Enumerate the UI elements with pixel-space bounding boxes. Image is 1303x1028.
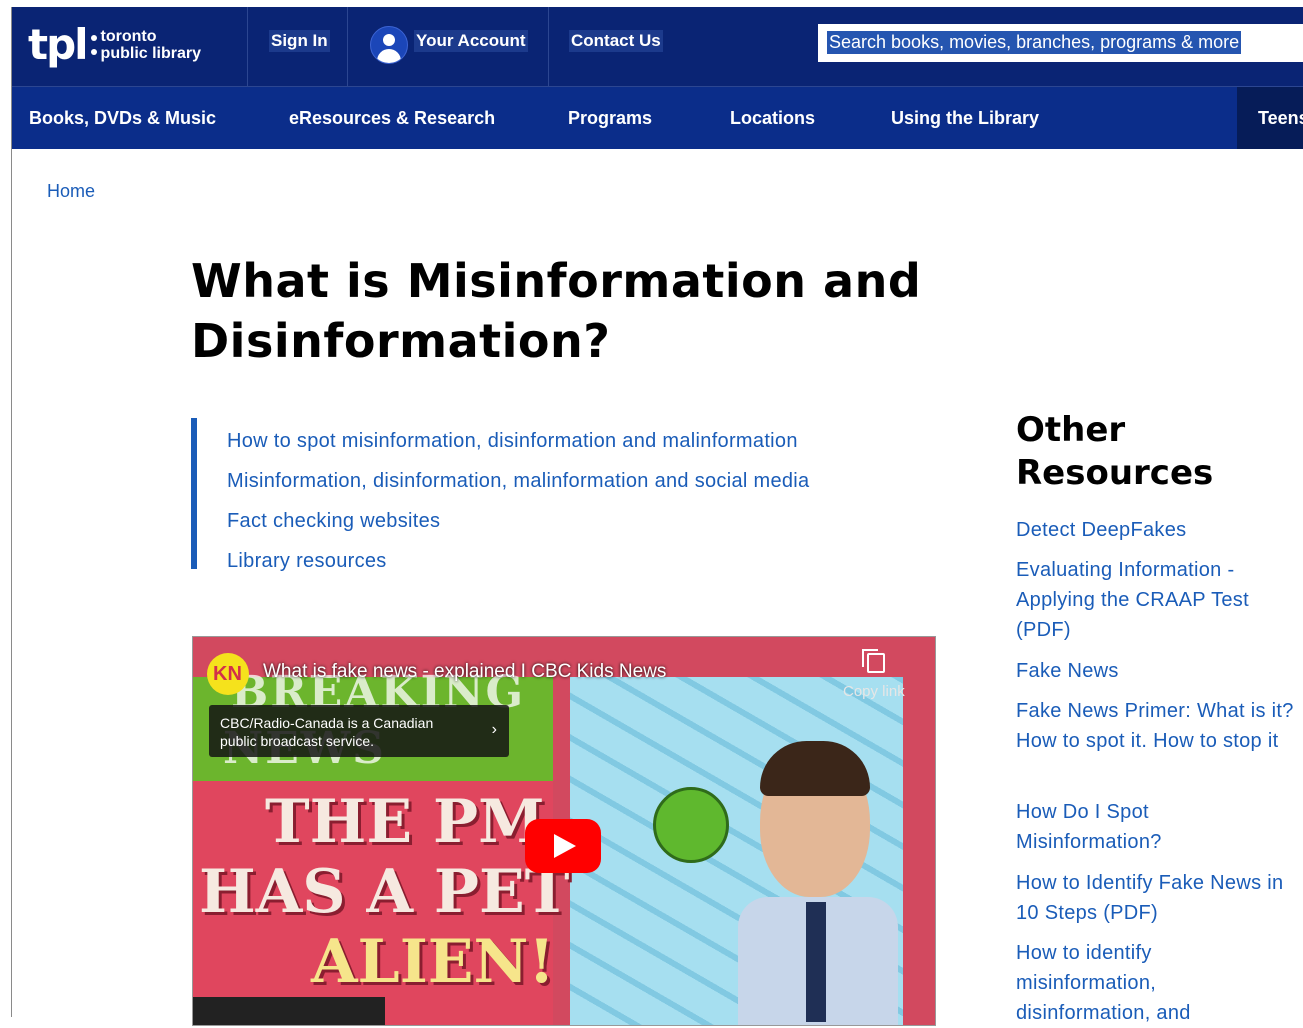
video-headline-line2: HAS A PET: [199, 857, 570, 927]
tpl-logo[interactable]: tpl toronto public library: [28, 21, 218, 69]
breadcrumb-home[interactable]: Home: [47, 181, 95, 202]
play-button[interactable]: [525, 819, 601, 873]
nav-eresources-research[interactable]: eResources & Research: [289, 108, 495, 129]
page-frame: tpl toronto public library Sign In Your …: [11, 7, 1303, 1026]
resource-link-detect-deepfakes[interactable]: Detect DeepFakes: [1016, 515, 1296, 545]
copy-link-label[interactable]: Copy link: [843, 683, 905, 700]
broadcaster-info-panel[interactable]: CBC/Radio-Canada is a Canadian public br…: [209, 705, 509, 757]
nav-using-the-library[interactable]: Using the Library: [891, 108, 1039, 129]
toc-link-library-resources[interactable]: Library resources: [227, 550, 387, 573]
page-title: What is Misinformation and Disinformatio…: [191, 254, 922, 368]
broadcaster-info-text: CBC/Radio-Canada is a Canadian public br…: [220, 715, 434, 749]
channel-badge-text: KN: [213, 663, 242, 685]
toc-link-spot-misinformation[interactable]: How to spot misinformation, disinformati…: [227, 430, 798, 453]
watch-on-youtube-bar[interactable]: [193, 997, 385, 1025]
video-title[interactable]: What is fake news - explained I CBC Kids…: [263, 661, 666, 683]
logo-mark: tpl: [28, 20, 89, 69]
logo-dots-icon: [90, 31, 97, 59]
nav-programs[interactable]: Programs: [568, 108, 652, 129]
logo-line-1: toronto: [100, 28, 157, 45]
toc-link-social-media[interactable]: Misinformation, disinformation, malinfor…: [227, 470, 809, 493]
resource-link-fake-news[interactable]: Fake News: [1016, 656, 1296, 686]
person-photo: [738, 741, 898, 1025]
account-avatar-icon[interactable]: [370, 26, 408, 64]
resource-link-craap-test[interactable]: Evaluating Information - Applying the CR…: [1016, 555, 1296, 645]
your-account-link[interactable]: Your Account: [414, 30, 528, 52]
search-input[interactable]: Search books, movies, branches, programs…: [818, 24, 1303, 62]
copy-link-icon[interactable]: [862, 649, 885, 673]
table-of-contents: How to spot misinformation, disinformati…: [191, 418, 897, 572]
divider: [247, 7, 248, 86]
resource-link-identify-fake-news[interactable]: How to Identify Fake News in 10 Steps (P…: [1016, 868, 1296, 928]
resource-link-spot-misinformation[interactable]: How Do I Spot Misinformation?: [1016, 797, 1296, 857]
sign-in-link[interactable]: Sign In: [269, 30, 330, 52]
nav-teens-label: Teens: [1258, 108, 1303, 128]
sidebar-title: Other Resources: [1016, 410, 1214, 493]
video-headline-line1: THE PM: [265, 787, 545, 857]
main-nav: Books, DVDs & Music eResources & Researc…: [12, 86, 1303, 149]
logo-text: toronto public library: [101, 28, 201, 62]
logo-line-2: public library: [100, 45, 202, 62]
cbc-kids-news-channel-icon[interactable]: KN: [207, 653, 249, 695]
alien-illustration-icon: [653, 787, 729, 863]
divider: [347, 7, 348, 86]
video-headline-line3: ALIEN!: [311, 927, 555, 997]
search-placeholder: Search books, movies, branches, programs…: [827, 31, 1242, 54]
toc-link-fact-checking[interactable]: Fact checking websites: [227, 510, 440, 533]
nav-books-dvds-music[interactable]: Books, DVDs & Music: [29, 108, 216, 129]
nav-teens[interactable]: Teens: [1237, 87, 1303, 149]
contact-us-link[interactable]: Contact Us: [569, 30, 663, 52]
divider: [548, 7, 549, 86]
top-bar: tpl toronto public library Sign In Your …: [12, 7, 1303, 86]
chevron-right-icon: ›: [491, 721, 497, 738]
video-embed[interactable]: BREAKING NEWS THE PM HAS A PET ALIEN! KN…: [192, 636, 936, 1026]
resource-link-fake-news-primer[interactable]: Fake News Primer: What is it? How to spo…: [1016, 696, 1296, 756]
resource-link-identify-misinformation[interactable]: How to identify misinformation, disinfor…: [1016, 938, 1296, 1028]
nav-locations[interactable]: Locations: [730, 108, 815, 129]
